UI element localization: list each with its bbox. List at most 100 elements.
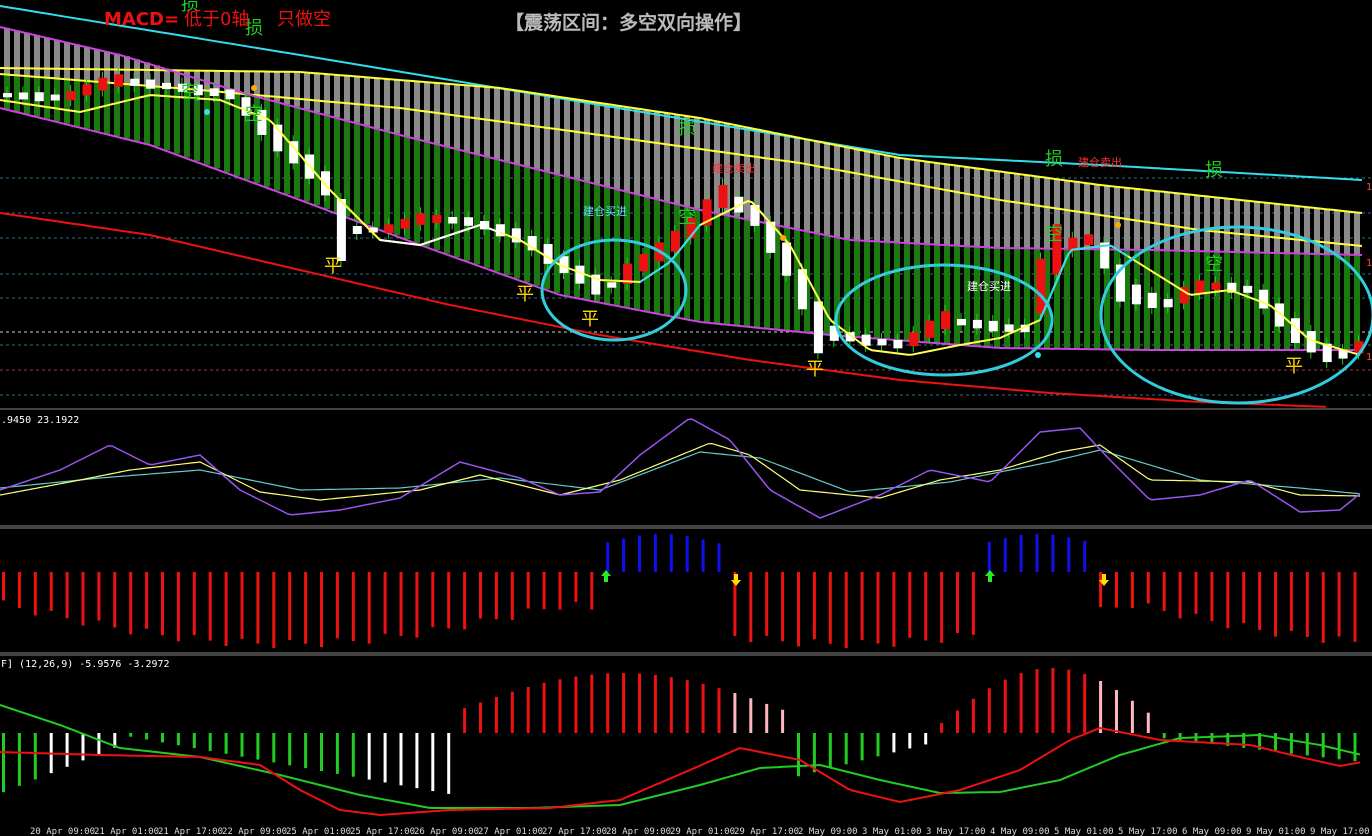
macd-bar-up <box>749 698 753 733</box>
band-gray <box>554 96 560 174</box>
hist-bar-down <box>1274 572 1277 637</box>
time-axis: 20 Apr 09:0021 Apr 01:0021 Apr 17:0022 A… <box>30 827 1370 836</box>
candle <box>18 92 28 100</box>
hist-bar-up <box>606 542 610 572</box>
osc-purple-line <box>0 418 1361 519</box>
candle <box>670 230 680 252</box>
macd-bar-down <box>367 733 371 780</box>
band-gray <box>814 140 820 233</box>
candle <box>909 332 919 347</box>
macd-bar-down <box>17 733 21 786</box>
time-tick-label: 9 May 01:00 <box>1246 827 1306 836</box>
band-gray <box>884 154 890 242</box>
band-gray <box>84 46 90 81</box>
band-green <box>424 141 430 247</box>
macd-bar-down <box>335 733 339 774</box>
annotation-label: 平 <box>324 256 342 277</box>
candle <box>925 320 935 338</box>
hist-bar-up <box>1035 534 1039 572</box>
band-gray <box>364 77 370 126</box>
macd-bar-up <box>765 703 769 733</box>
macd-bar-down <box>876 733 880 757</box>
band-green <box>634 193 640 310</box>
hist-bar-down <box>81 572 85 626</box>
band-gray <box>864 150 870 241</box>
candle <box>1243 285 1253 293</box>
band-gray <box>324 73 330 115</box>
macd-bar-down <box>908 733 912 749</box>
band-green <box>864 240 870 338</box>
macd-bar-down <box>320 733 323 771</box>
macd-bar-down <box>176 733 180 746</box>
band-green <box>524 166 530 283</box>
macd-panel <box>0 668 1361 817</box>
candle <box>416 213 426 225</box>
band-gray <box>1214 197 1220 252</box>
band-gray <box>1344 211 1350 255</box>
band-green <box>514 163 520 279</box>
hist-bar-down <box>1353 572 1357 642</box>
band-gray <box>1144 189 1150 250</box>
hist-bar-down <box>971 572 975 635</box>
candle <box>941 311 951 330</box>
band-green <box>354 122 360 221</box>
hist-bar-down <box>17 572 21 608</box>
macd-bar-up <box>638 673 641 733</box>
macd-bar-up <box>1035 669 1039 733</box>
annotation-label: 平 <box>581 309 599 330</box>
candle <box>1131 284 1141 305</box>
annotation-label: 建仓卖出 <box>712 161 756 175</box>
band-gray <box>764 130 770 223</box>
band-gray <box>1204 196 1210 252</box>
band-gray <box>664 112 670 201</box>
hist-bar-up <box>717 543 721 572</box>
band-green <box>494 158 500 272</box>
time-tick-label: 26 Apr 09:00 <box>414 827 479 836</box>
band-green <box>414 138 420 243</box>
arrow-up-icon <box>601 570 611 582</box>
hist-bar-down <box>351 572 355 642</box>
band-green <box>744 218 750 327</box>
candle <box>352 226 362 234</box>
macd-bar-up <box>1146 712 1150 733</box>
band-gray <box>794 136 800 229</box>
signal-dot <box>1115 222 1121 228</box>
candle <box>448 216 458 224</box>
macd-bar-down <box>1274 733 1277 752</box>
macd-bar-down <box>256 733 260 760</box>
band-green <box>734 216 740 326</box>
trading-chart[interactable]: 损损空空平平平建仓买进 空损建仓卖出平建仓买进损 建仓卖出空损空平111 20 Ap… <box>0 0 1372 836</box>
band-gray <box>954 165 960 246</box>
band-gray <box>984 169 990 248</box>
candle <box>114 74 124 87</box>
hist-bar-down <box>1226 572 1230 629</box>
band-gray <box>564 97 570 176</box>
candle <box>1084 234 1094 246</box>
time-tick-label: 29 Apr 01:00 <box>670 827 735 836</box>
hist-bar-up <box>622 538 626 572</box>
candle <box>639 254 648 272</box>
macd-bar-down <box>272 733 276 763</box>
time-tick-label: 20 Apr 09:00 <box>30 827 95 836</box>
time-tick-label: 25 Apr 17:00 <box>350 827 415 836</box>
candle <box>543 243 553 264</box>
macd-bar-down <box>812 733 816 773</box>
hist-bar-down <box>1194 572 1198 614</box>
hist-bar-down <box>797 572 800 647</box>
band-green <box>394 133 400 236</box>
band-gray <box>1304 206 1310 254</box>
band-gray <box>1194 195 1200 252</box>
band-gray <box>94 48 100 82</box>
signal-dot <box>1035 352 1041 358</box>
time-tick-label: 5 May 01:00 <box>1054 827 1114 836</box>
macd-bar-up <box>685 680 689 733</box>
hist-bar-down <box>542 572 546 610</box>
band-gray <box>354 76 360 123</box>
macd-bar-down <box>240 733 244 757</box>
macd-bar-up <box>1099 680 1103 733</box>
macd-bar-up <box>479 702 482 733</box>
histogram-panel <box>2 534 1357 648</box>
macd-bar-down <box>97 733 101 755</box>
annotation-label: 建仓买进 <box>967 279 1011 293</box>
macd-bar-down <box>304 733 308 769</box>
